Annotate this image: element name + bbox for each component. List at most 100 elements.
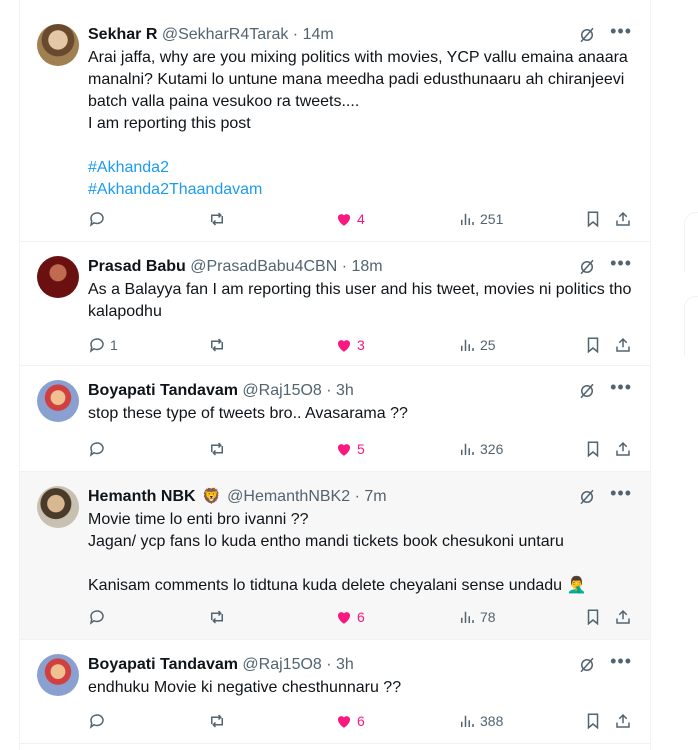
bookmark-icon[interactable]: [584, 608, 602, 626]
author-name[interactable]: Boyapati Tandavam: [88, 656, 238, 673]
bookmark-icon[interactable]: [584, 440, 602, 458]
repost-button[interactable]: [208, 334, 230, 356]
avatar[interactable]: [37, 380, 79, 422]
repost-button[interactable]: [208, 606, 230, 628]
grok-icon[interactable]: [578, 382, 596, 400]
heart-icon: [338, 612, 350, 624]
separator-dot: ·: [288, 26, 303, 43]
tweet-actions: 1 3 25: [88, 334, 632, 356]
author-handle[interactable]: @PrasadBabu4CBN: [190, 258, 337, 275]
reply-button[interactable]: 1: [88, 334, 118, 356]
grok-icon[interactable]: [578, 488, 596, 506]
tweet[interactable]: Boyapati Tandavam @Raj15O8 · 3h ••• endh…: [20, 640, 650, 744]
grok-icon[interactable]: [578, 656, 596, 674]
tweet[interactable]: Prasad Babu @PrasadBabu4CBN · 18m ••• As…: [20, 242, 650, 366]
more-icon[interactable]: •••: [610, 484, 632, 502]
hashtag-link[interactable]: #Akhanda2: [88, 159, 169, 176]
heart-icon: [338, 716, 350, 728]
view-count: 251: [480, 211, 504, 227]
author-name[interactable]: Hemanth NBK: [88, 488, 196, 505]
reply-button[interactable]: [88, 606, 110, 628]
bookmark-icon[interactable]: [584, 336, 602, 354]
timestamp[interactable]: 14m: [303, 26, 334, 43]
repost-icon: [211, 714, 223, 728]
views-button[interactable]: 25: [458, 334, 496, 356]
tweet-actions: 4 251: [88, 208, 632, 230]
timestamp[interactable]: 3h: [336, 382, 354, 399]
views-button[interactable]: 326: [458, 438, 503, 460]
share-icon[interactable]: [614, 210, 632, 228]
author-handle[interactable]: @Raj15O8: [242, 656, 321, 673]
tweet-text: As a Balayya fan I am reporting this use…: [88, 281, 636, 320]
repost-icon: [211, 442, 223, 456]
views-icon: [461, 715, 474, 727]
share-icon[interactable]: [614, 712, 632, 730]
reply-button[interactable]: [88, 710, 110, 732]
views-button[interactable]: 388: [458, 710, 503, 732]
views-icon: [461, 611, 474, 623]
reply-button[interactable]: [88, 208, 110, 230]
avatar[interactable]: [37, 654, 79, 696]
view-count: 78: [480, 609, 496, 625]
views-icon: [461, 339, 474, 351]
sidebar-card-edge: [684, 212, 698, 272]
like-button[interactable]: 3: [335, 334, 365, 356]
more-icon[interactable]: •••: [610, 22, 632, 40]
author-name[interactable]: Sekhar R: [88, 26, 157, 43]
tweet-text: Movie time lo enti bro ivanni ?? Jagan/ …: [88, 511, 587, 594]
share-icon[interactable]: [614, 440, 632, 458]
lion-badge-emoji: 🦁: [202, 488, 221, 505]
more-icon[interactable]: •••: [610, 652, 632, 670]
hashtag-link[interactable]: #Akhanda2Thaandavam: [88, 181, 262, 198]
tweet[interactable]: Sekhar R @SekharR4Tarak · 14m ••• Arai j…: [20, 10, 650, 242]
author-handle[interactable]: @SekharR4Tarak: [162, 26, 289, 43]
reply-count: 1: [110, 337, 118, 353]
timestamp[interactable]: 18m: [351, 258, 382, 275]
sidebar-card-edge: [684, 296, 698, 356]
tweet[interactable]: Boyapati Tandavam @Raj15O8 · 3h ••• stop…: [20, 366, 650, 472]
reply-button[interactable]: [88, 438, 110, 460]
like-count: 5: [357, 441, 365, 457]
view-count: 388: [480, 713, 504, 729]
author-name[interactable]: Boyapati Tandavam: [88, 382, 238, 399]
separator-dot: ·: [321, 382, 337, 399]
reply-icon: [89, 212, 104, 227]
views-button[interactable]: 78: [458, 606, 496, 628]
separator-dot: ·: [321, 656, 337, 673]
avatar[interactable]: [37, 256, 79, 298]
repost-button[interactable]: [208, 438, 230, 460]
avatar[interactable]: [37, 486, 79, 528]
bookmark-icon[interactable]: [584, 210, 602, 228]
views-icon: [461, 443, 474, 455]
repost-icon: [211, 610, 223, 624]
like-button[interactable]: 6: [335, 710, 365, 732]
share-icon[interactable]: [614, 608, 632, 626]
like-button[interactable]: 5: [335, 438, 365, 460]
timestamp[interactable]: 3h: [336, 656, 354, 673]
like-button[interactable]: 4: [335, 208, 365, 230]
share-icon[interactable]: [614, 336, 632, 354]
author-handle[interactable]: @Raj15O8: [242, 382, 321, 399]
reply-icon: [89, 714, 104, 729]
bookmark-icon[interactable]: [584, 712, 602, 730]
more-icon[interactable]: •••: [610, 378, 632, 396]
view-count: 326: [480, 441, 504, 457]
like-count: 3: [357, 337, 365, 353]
grok-icon[interactable]: [578, 258, 596, 276]
author-name[interactable]: Prasad Babu: [88, 258, 186, 275]
heart-icon: [338, 340, 350, 352]
tweet[interactable]: Hemanth NBK 🦁 @HemanthNBK2 · 7m ••• Movi…: [20, 472, 650, 640]
reply-icon: [89, 338, 104, 353]
like-button[interactable]: 6: [335, 606, 365, 628]
author-handle[interactable]: @HemanthNBK2: [227, 488, 350, 505]
tweet-actions: 5 326: [88, 438, 632, 460]
more-icon[interactable]: •••: [610, 254, 632, 272]
repost-button[interactable]: [208, 710, 230, 732]
timestamp[interactable]: 7m: [364, 488, 386, 505]
tweet-actions: 6 388: [88, 710, 632, 732]
grok-icon[interactable]: [578, 26, 596, 44]
views-button[interactable]: 251: [458, 208, 503, 230]
avatar[interactable]: [37, 24, 79, 66]
heart-icon: [338, 444, 350, 456]
repost-button[interactable]: [208, 208, 230, 230]
